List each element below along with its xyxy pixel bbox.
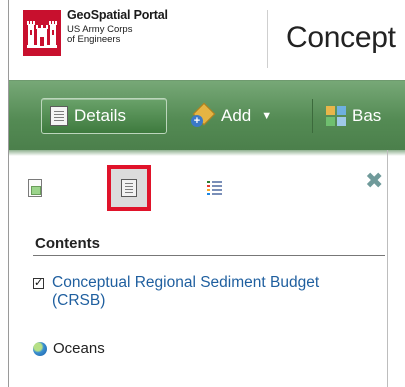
panel-border <box>387 150 388 387</box>
details-icon <box>50 106 68 126</box>
usace-castle-logo <box>23 10 61 56</box>
contents-heading: Contents <box>35 235 100 252</box>
page-title: Concept <box>286 21 396 54</box>
brand-subtitle-line1: US Army Corps <box>67 23 133 35</box>
legend-icon <box>207 180 223 196</box>
chevron-down-icon: ▼ <box>261 110 273 122</box>
add-button-label: Add <box>221 106 252 125</box>
basemap-name: Oceans <box>53 340 105 357</box>
basemap-button-label: Bas <box>352 106 382 125</box>
main-toolbar: Details + Add ▼ Bas <box>9 80 405 151</box>
brand-title: GeoSpatial Portal <box>67 8 168 22</box>
contents-list-icon <box>121 179 137 197</box>
toolbar-separator <box>312 99 313 133</box>
details-button[interactable]: Details <box>41 98 167 134</box>
tab-legend[interactable] <box>195 168 235 208</box>
brand-subtitle-line2: of Engineers <box>67 33 121 45</box>
globe-icon <box>33 341 47 356</box>
brand-block: GeoSpatial Portal US Army Corps of Engin… <box>67 9 168 45</box>
details-panel: ✖ Contents ✓ Conceptual Regional Sedimen… <box>9 150 405 387</box>
about-document-icon <box>28 179 42 197</box>
basemap-grid-icon <box>326 106 346 126</box>
tab-contents[interactable] <box>107 165 151 211</box>
header: GeoSpatial Portal US Army Corps of Engin… <box>9 0 405 80</box>
add-button[interactable]: + Add ▼ <box>185 98 305 134</box>
contents-divider <box>33 255 385 256</box>
layer-item: ✓ Conceptual Regional Sediment Budget (C… <box>33 274 322 310</box>
panel-top-shading <box>9 150 405 156</box>
add-content-icon: + <box>189 102 216 127</box>
details-button-label: Details <box>74 106 126 125</box>
layer-name-link[interactable]: Conceptual Regional Sediment Budget (CRS… <box>52 274 322 310</box>
basemap-button[interactable]: Bas <box>322 98 405 134</box>
tab-about[interactable] <box>15 168 55 208</box>
close-icon[interactable]: ✖ <box>365 170 383 192</box>
app-window: GeoSpatial Portal US Army Corps of Engin… <box>8 0 405 387</box>
layer-visibility-checkbox[interactable]: ✓ <box>33 278 44 289</box>
basemap-item: Oceans <box>33 340 105 357</box>
header-divider <box>267 10 268 68</box>
